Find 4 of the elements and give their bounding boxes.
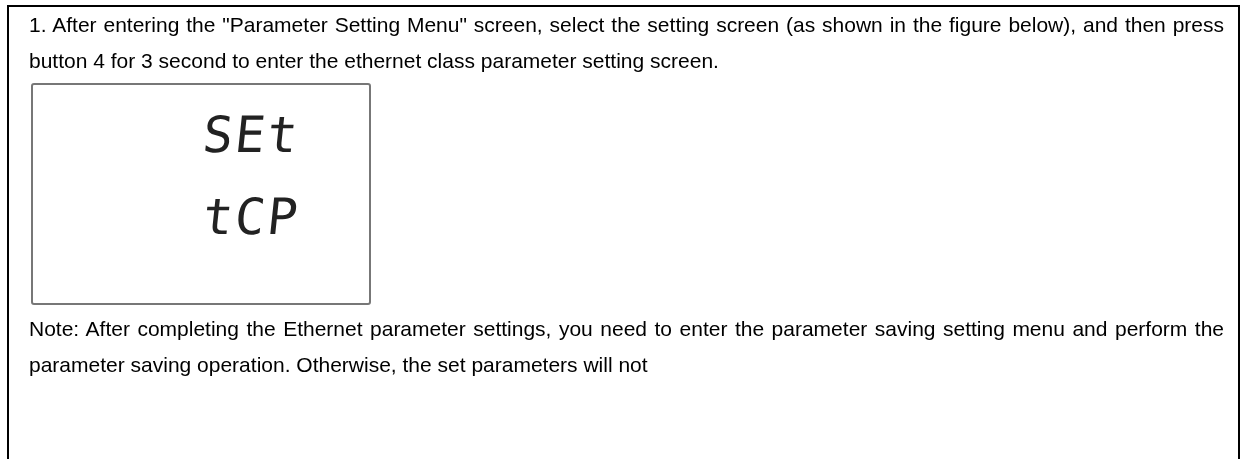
note-paragraph: Note: After completing the Ethernet parameter settings, you need to enter the parameter saving setting menu and perform the parameter saving operation. Otherwise, the set parameters will not bbox=[29, 316, 1224, 378]
instruction-paragraph: 1. After entering the "Parameter Setting Menu" screen, select the setting screen (as shown in the figure below), and then press button 4 for 3 second to enter the ethernet class parameter setting screen. bbox=[29, 12, 1224, 74]
display-reading: SEt bbox=[200, 107, 303, 163]
display-reading: tCP bbox=[200, 189, 303, 245]
